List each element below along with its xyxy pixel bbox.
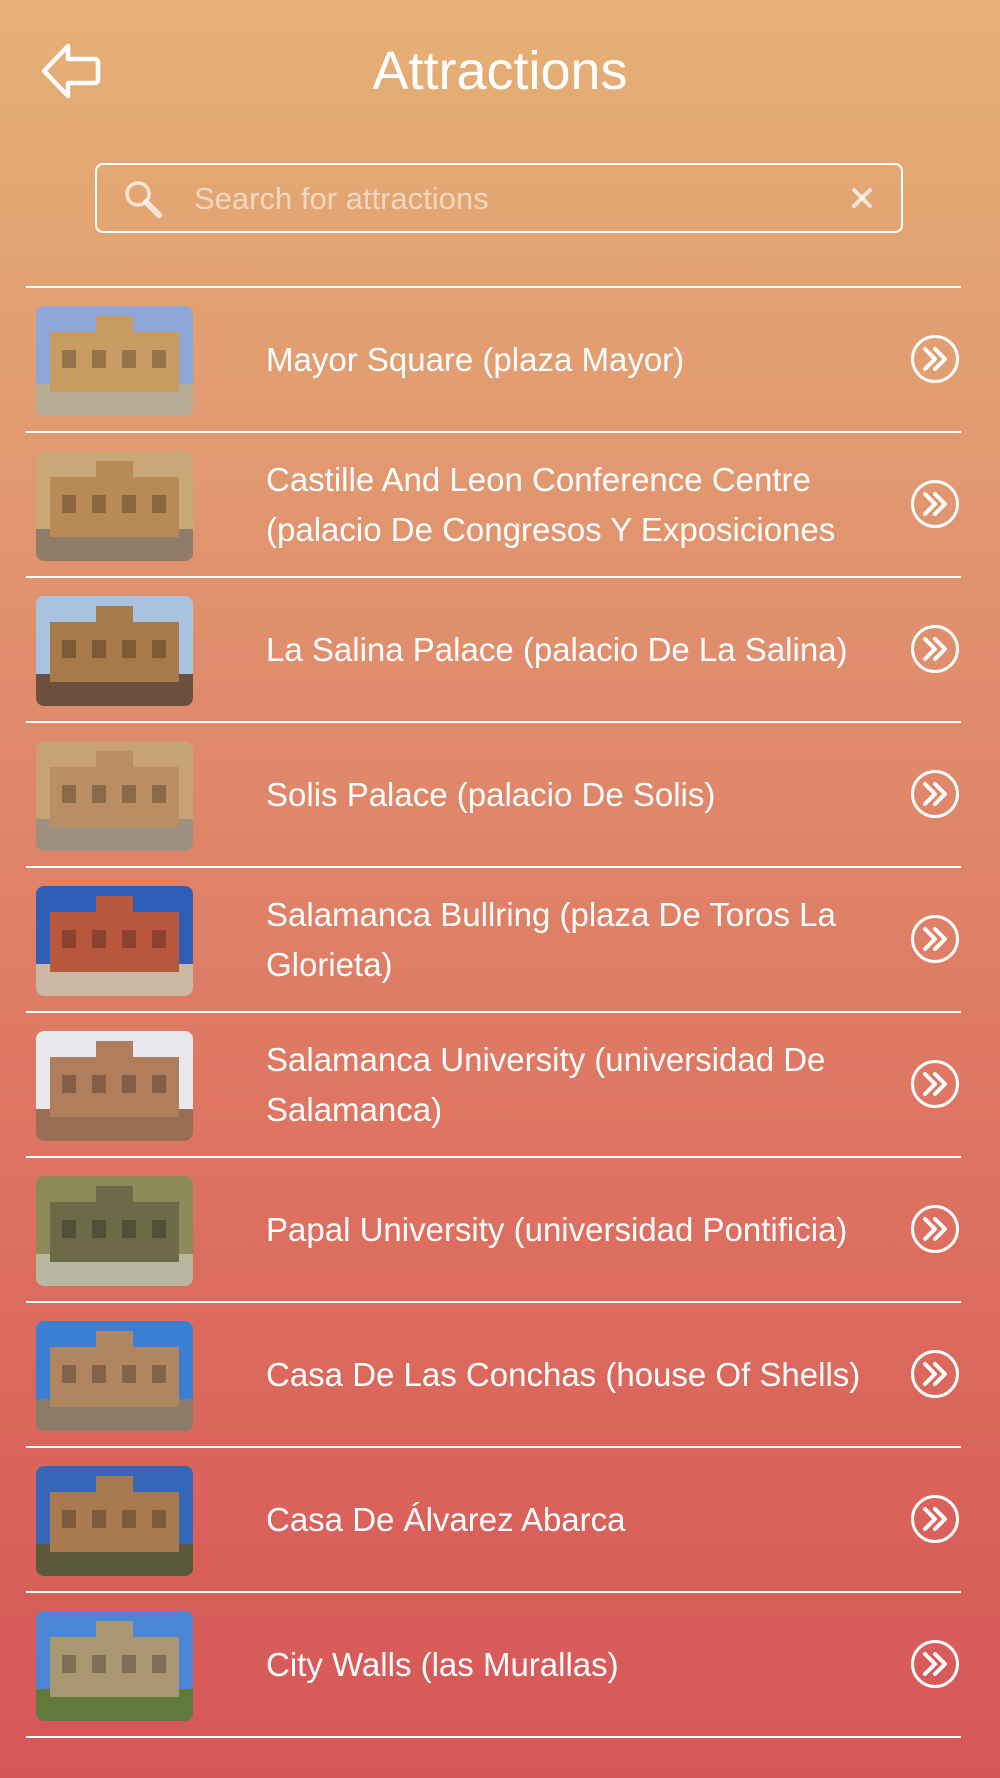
- attraction-name: Casa De Las Conchas (house Of Shells): [266, 1355, 861, 1393]
- attraction-name: Salamanca University (universidad De Sal…: [266, 1040, 826, 1128]
- header: Attractions: [0, 0, 1000, 140]
- attraction-thumbnail: [36, 1466, 193, 1576]
- search-bar: [95, 163, 903, 233]
- attraction-thumbnail: [36, 306, 193, 416]
- attraction-thumbnail: [36, 1176, 193, 1286]
- attraction-name: City Walls (las Murallas): [266, 1645, 619, 1683]
- list-item[interactable]: Mayor Square (plaza Mayor): [26, 288, 961, 433]
- open-attraction-button[interactable]: [910, 334, 960, 384]
- attraction-thumbnail: [36, 886, 193, 996]
- attraction-name: Papal University (universidad Pontificia…: [266, 1210, 848, 1248]
- open-attraction-button[interactable]: [910, 1639, 960, 1689]
- attraction-name: La Salina Palace (palacio De La Salina): [266, 630, 848, 668]
- list-item[interactable]: Casa De Las Conchas (house Of Shells): [26, 1303, 961, 1448]
- double-chevron-right-icon: [911, 1640, 959, 1688]
- double-chevron-right-icon: [911, 480, 959, 528]
- attraction-name: Salamanca Bullring (plaza De Toros La Gl…: [266, 895, 836, 983]
- open-attraction-button[interactable]: [910, 1059, 960, 1109]
- search-icon: [123, 179, 163, 219]
- open-attraction-button[interactable]: [910, 1494, 960, 1544]
- double-chevron-right-icon: [911, 770, 959, 818]
- double-chevron-right-icon: [911, 625, 959, 673]
- page-title: Attractions: [372, 41, 628, 101]
- open-attraction-button[interactable]: [910, 1349, 960, 1399]
- double-chevron-right-icon: [911, 1205, 959, 1253]
- list-item[interactable]: Papal University (universidad Pontificia…: [26, 1158, 961, 1303]
- list-item[interactable]: La Salina Palace (palacio De La Salina): [26, 578, 961, 723]
- double-chevron-right-icon: [911, 915, 959, 963]
- list-item[interactable]: Castille And Leon Conference Centre (pal…: [26, 433, 961, 578]
- double-chevron-right-icon: [911, 1495, 959, 1543]
- open-attraction-button[interactable]: [910, 1204, 960, 1254]
- attraction-name: Solis Palace (palacio De Solis): [266, 775, 716, 813]
- attraction-name: Mayor Square (plaza Mayor): [266, 340, 685, 378]
- attractions-list: Mayor Square (plaza Mayor) Castille And L…: [26, 286, 961, 1738]
- attraction-thumbnail: [36, 1031, 193, 1141]
- double-chevron-right-icon: [911, 1060, 959, 1108]
- attraction-thumbnail: [36, 1321, 193, 1431]
- open-attraction-button[interactable]: [910, 769, 960, 819]
- attraction-thumbnail: [36, 1611, 193, 1721]
- attraction-thumbnail: [36, 451, 193, 561]
- open-attraction-button[interactable]: [910, 624, 960, 674]
- close-icon: [852, 188, 872, 208]
- open-attraction-button[interactable]: [910, 479, 960, 529]
- double-chevron-right-icon: [911, 1350, 959, 1398]
- list-item[interactable]: City Walls (las Murallas): [26, 1593, 961, 1738]
- attraction-thumbnail: [36, 596, 193, 706]
- list-item[interactable]: Solis Palace (palacio De Solis): [26, 723, 961, 868]
- attraction-name: Casa De Álvarez Abarca: [266, 1500, 626, 1538]
- list-item[interactable]: Casa De Álvarez Abarca: [26, 1448, 961, 1593]
- open-attraction-button[interactable]: [910, 914, 960, 964]
- double-chevron-right-icon: [911, 335, 959, 383]
- list-item[interactable]: Salamanca University (universidad De Sal…: [26, 1013, 961, 1158]
- attraction-thumbnail: [36, 741, 193, 851]
- clear-search-button[interactable]: [845, 181, 879, 215]
- search-input[interactable]: [192, 165, 816, 233]
- list-item[interactable]: Salamanca Bullring (plaza De Toros La Gl…: [26, 868, 961, 1013]
- attraction-name: Castille And Leon Conference Centre (pal…: [266, 460, 836, 548]
